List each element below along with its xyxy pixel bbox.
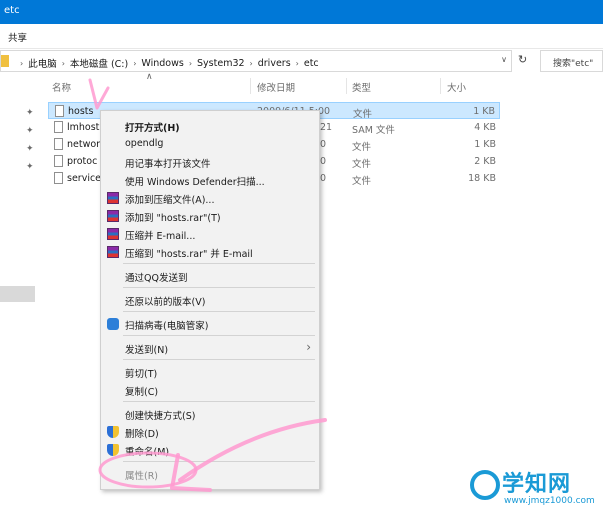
watermark-logo-icon [470, 470, 500, 500]
annotation-overlay [88, 78, 327, 492]
annotation-arrow-bottom [170, 418, 327, 492]
watermark-brand: 学知网 [502, 472, 572, 497]
annotation-circle [98, 451, 198, 489]
watermark: 学知网 www.jmqz1000.com [470, 468, 603, 515]
watermark-url: www.jmqz1000.com [504, 496, 595, 506]
annotation-arrow-top [88, 78, 110, 110]
